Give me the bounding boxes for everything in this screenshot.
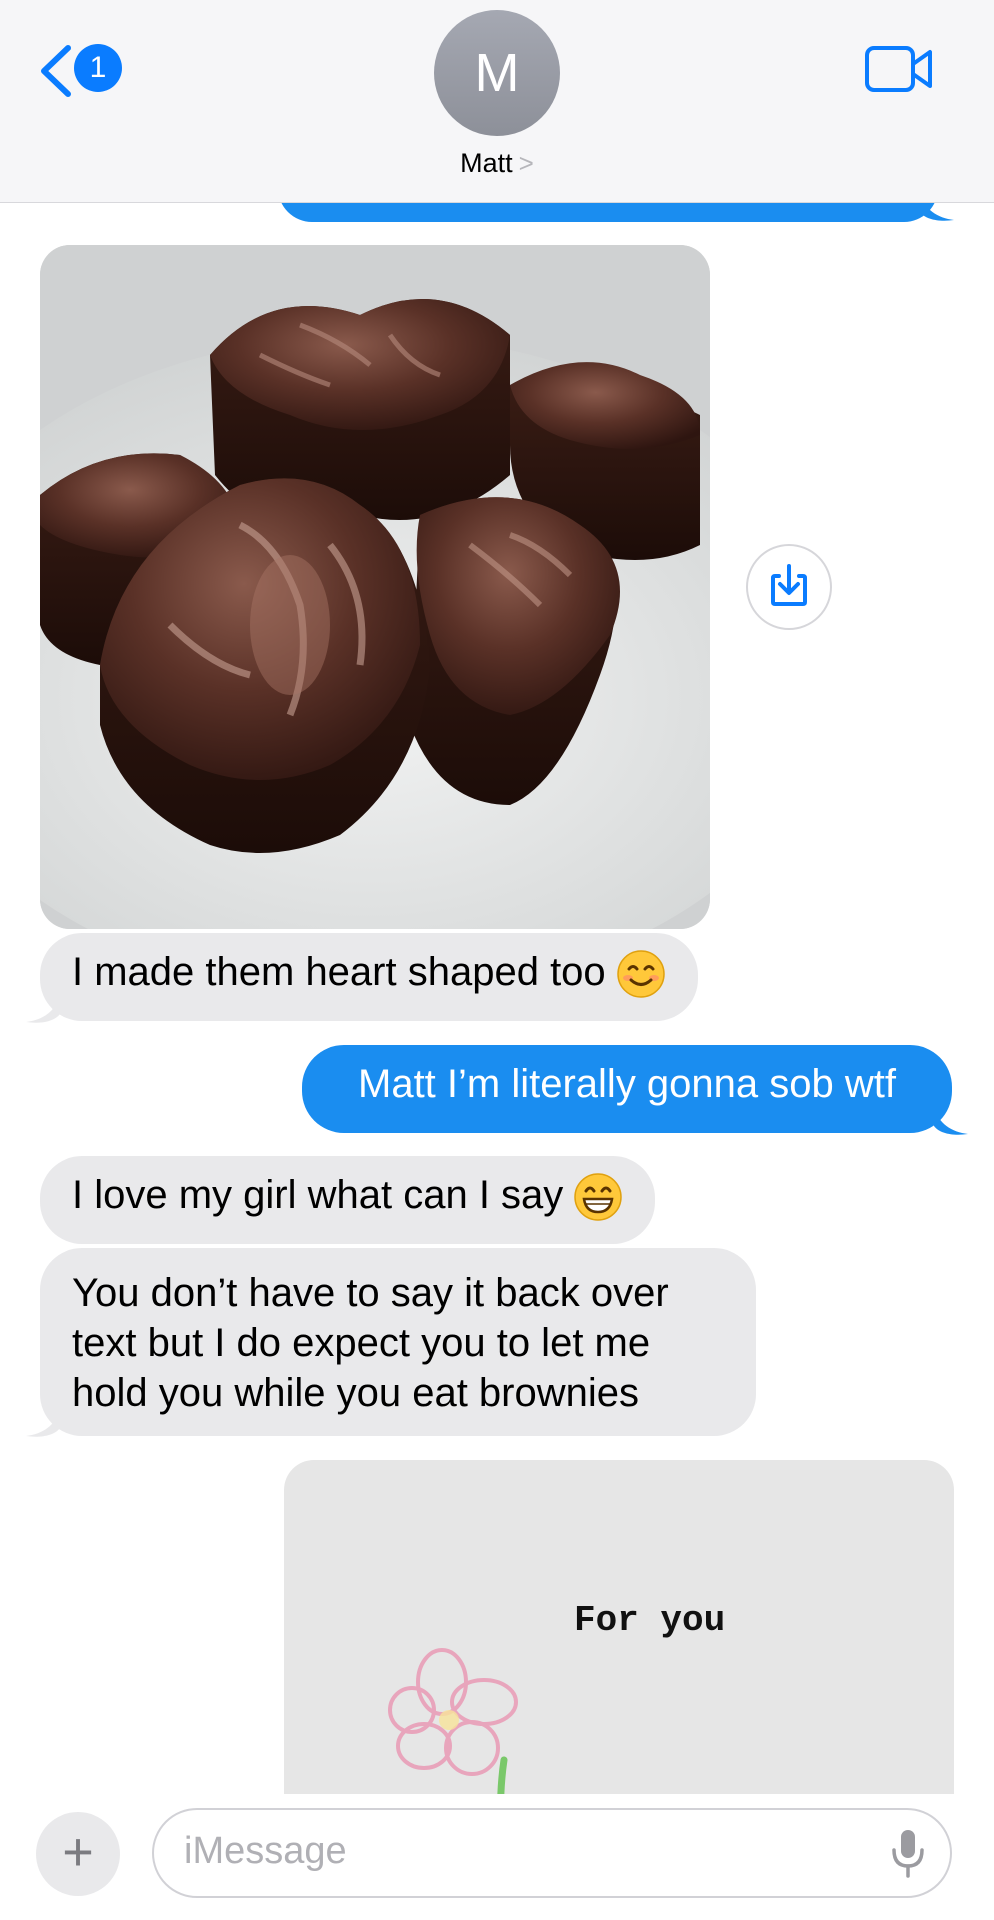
input-placeholder: iMessage (184, 1830, 347, 1872)
add-attachment-button[interactable]: + (36, 1812, 120, 1896)
brownies-image (40, 245, 710, 929)
save-download-icon (771, 564, 807, 606)
unread-count-badge: 1 (74, 44, 122, 92)
message-text: I love my girl what can I say (72, 1173, 564, 1217)
flower-drawing-icon (388, 1648, 518, 1794)
message-input-bar: + iMessage (0, 1794, 994, 1920)
contact-name: Matt (460, 148, 513, 178)
plus-icon: + (62, 1822, 94, 1882)
received-message-bubble[interactable]: You don’t have to say it back over text … (40, 1248, 756, 1436)
sent-message-bubble[interactable]: Matt I’m literally gonna sob wtf (302, 1045, 952, 1133)
message-text-line: You don’t have to say it back over (72, 1271, 669, 1315)
chevron-left-icon (41, 45, 71, 97)
imessage-input[interactable]: iMessage (152, 1808, 952, 1898)
contact-avatar[interactable]: M (434, 10, 560, 136)
bubble-tail (26, 994, 60, 1023)
bubble-tail (934, 1106, 968, 1135)
microphone-icon[interactable] (890, 1828, 926, 1880)
message-text-line: text but I do expect you to let me (72, 1321, 651, 1365)
smiling-face-icon (616, 950, 665, 999)
message-text: I made them heart shaped too (72, 950, 606, 994)
message-text: Matt I’m literally gonna sob wtf (358, 1062, 896, 1106)
sent-image-card[interactable]: For you (284, 1460, 954, 1794)
contact-name-row[interactable]: Matt > (0, 148, 994, 179)
received-message-bubble[interactable]: I made them heart shaped too (40, 933, 698, 1021)
facetime-video-button[interactable] (864, 40, 934, 100)
chat-header: 1 M Matt > (0, 0, 994, 203)
brownies-photo[interactable] (40, 245, 710, 929)
video-camera-icon (865, 46, 932, 92)
grinning-face-icon (574, 1173, 623, 1222)
back-button[interactable]: 1 (38, 40, 128, 100)
bubble-tail (26, 1408, 60, 1437)
received-message-bubble[interactable]: I love my girl what can I say (40, 1156, 656, 1244)
chevron-right-icon: > (518, 148, 534, 178)
message-text-line: hold you while you eat brownies (72, 1371, 640, 1415)
conversation-thread[interactable]: I made them heart shaped too Matt I’m li… (0, 0, 994, 1794)
save-image-button[interactable] (746, 544, 832, 630)
